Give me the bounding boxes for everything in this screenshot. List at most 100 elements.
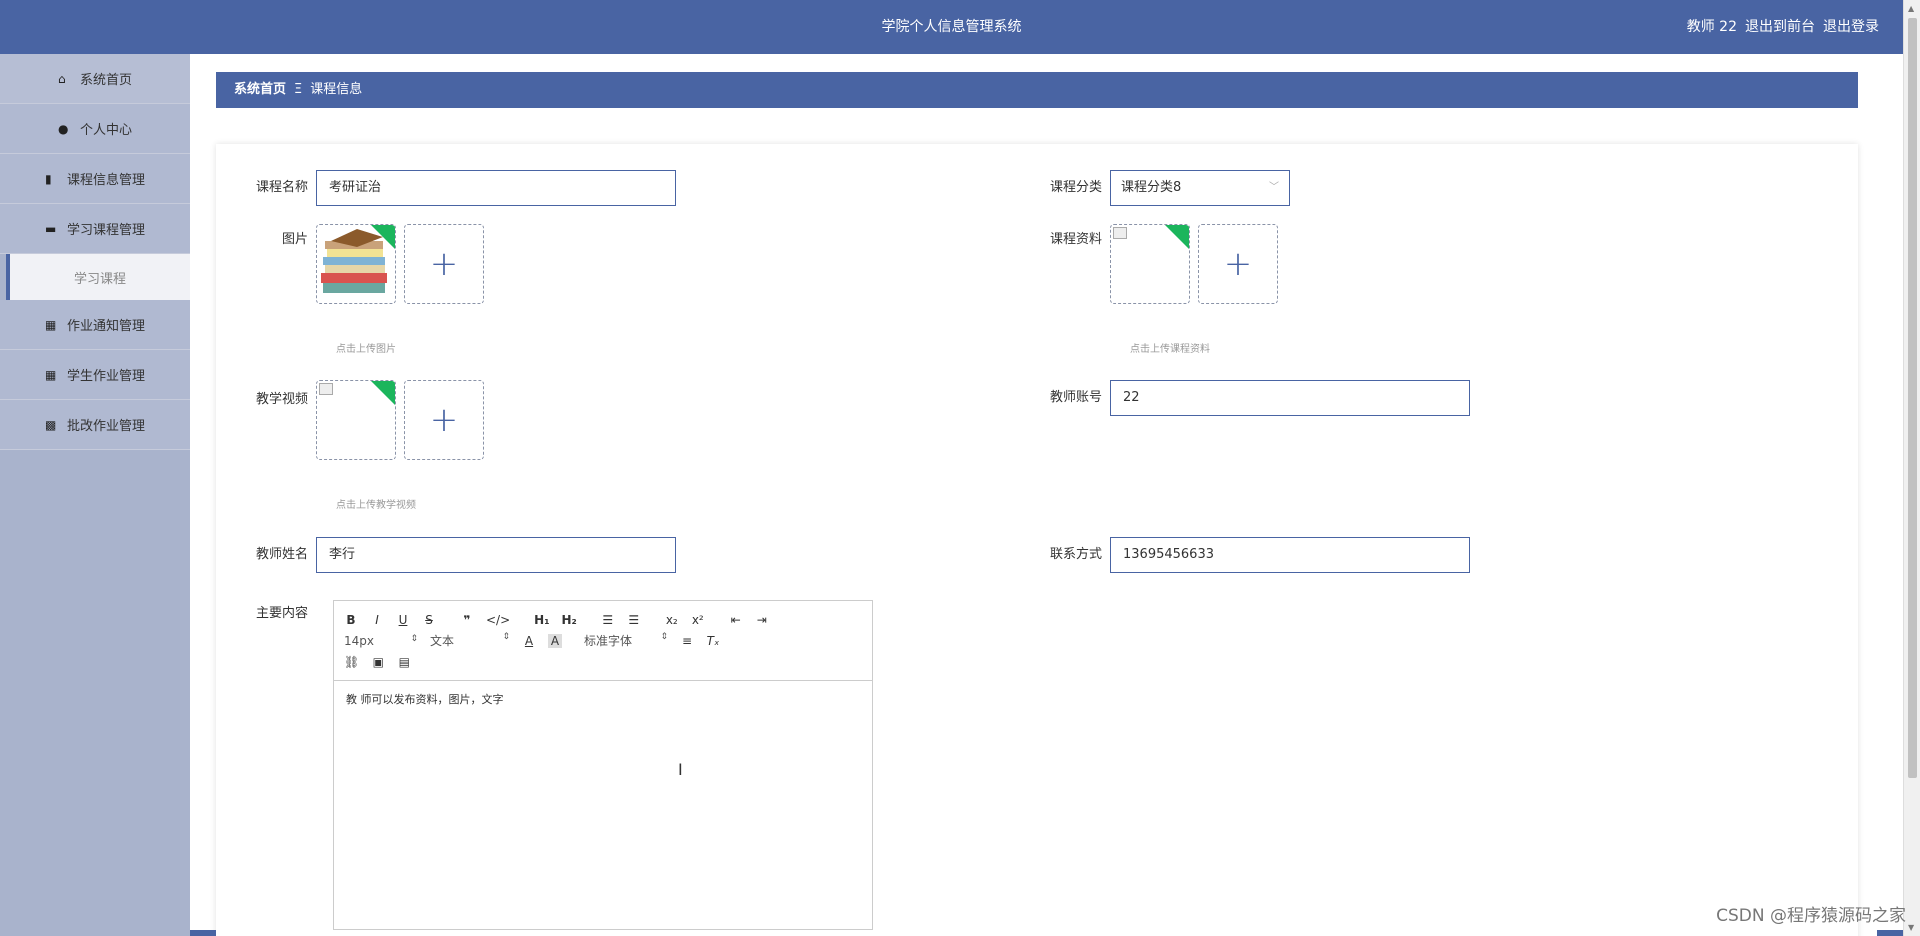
breadcrumb: 系统首页 Ξ 课程信息 bbox=[216, 72, 1858, 108]
editor-toolbar: B I U S ❞ </> H₁ H₂ ☰ ☰ x₂ x² ⇤ ⇥ 14px ⇕… bbox=[334, 601, 872, 681]
header2-button[interactable]: H₂ bbox=[561, 613, 576, 627]
blockquote-button[interactable]: ❞ bbox=[460, 613, 474, 627]
material-add-button[interactable]: + bbox=[1198, 224, 1278, 304]
course-category-label: 课程分类 bbox=[1050, 180, 1103, 195]
updown-icon: ⇕ bbox=[660, 632, 668, 642]
bottom-accent bbox=[190, 930, 216, 936]
video-thumbnail[interactable] bbox=[316, 380, 396, 460]
image-add-button[interactable]: + bbox=[404, 224, 484, 304]
sidebar: ⌂ 系统首页 ● 个人中心 ▮ 课程信息管理 ▬ 学习课程管理 学习课程 ▦ 作… bbox=[0, 54, 190, 936]
apps-icon: ▩ bbox=[44, 417, 57, 432]
broken-image-icon bbox=[319, 383, 333, 395]
align-left-icon[interactable]: ≡ bbox=[680, 634, 694, 648]
video-field: 教学视频 + bbox=[256, 380, 484, 460]
toolbar-row-2: 14px ⇕ 文本 ⇕ A A 标准字体 ⇕ ≡ Tₓ bbox=[344, 630, 862, 651]
bottom-accent bbox=[1877, 930, 1903, 936]
font-family-select[interactable]: 标准字体 ⇕ bbox=[584, 632, 668, 649]
sidebar-item-label: 作业通知管理 bbox=[66, 319, 145, 334]
watermark: CSDN @程序猿源码之家 bbox=[1716, 906, 1906, 926]
image-icon[interactable]: ▣ bbox=[371, 655, 385, 669]
font-family-value: 标准字体 bbox=[584, 634, 633, 648]
code-block-button[interactable]: </> bbox=[486, 613, 510, 627]
course-category-select[interactable]: 课程分类8 ﹀ bbox=[1110, 170, 1290, 206]
image-thumbnail[interactable] bbox=[316, 224, 396, 304]
sidebar-item-label: 学习课程管理 bbox=[66, 223, 145, 238]
image-hint: 点击上传图片 bbox=[336, 344, 396, 355]
bold-button[interactable]: B bbox=[344, 613, 358, 627]
course-category-field: 课程分类 课程分类8 ﹀ bbox=[1050, 170, 1290, 206]
material-field: 课程资料 + bbox=[1050, 224, 1278, 304]
video-add-button[interactable]: + bbox=[404, 380, 484, 460]
sidebar-item-label: 个人中心 bbox=[79, 123, 132, 138]
book-icon: ▮ bbox=[44, 171, 52, 186]
user-label: 教师 22 bbox=[1686, 19, 1737, 35]
bullet-list-icon[interactable]: ☰ bbox=[627, 613, 641, 627]
sidebar-item-study-course-mgmt[interactable]: ▬ 学习课程管理 bbox=[0, 204, 190, 254]
main-content-label: 主要内容 bbox=[256, 606, 309, 621]
rich-text-editor: B I U S ❞ </> H₁ H₂ ☰ ☰ x₂ x² ⇤ ⇥ 14px ⇕… bbox=[333, 600, 873, 930]
image-label: 图片 bbox=[281, 232, 308, 247]
image-upload-row: + bbox=[316, 224, 484, 304]
italic-button[interactable]: I bbox=[370, 613, 384, 627]
scroll-up-icon[interactable]: ▲ bbox=[1908, 4, 1914, 13]
breadcrumb-home[interactable]: 系统首页 bbox=[234, 72, 286, 108]
sidebar-item-label: 学生作业管理 bbox=[66, 369, 145, 384]
to-front-link[interactable]: 退出到前台 bbox=[1745, 0, 1815, 54]
material-upload-row: + bbox=[1110, 224, 1278, 304]
updown-icon: ⇕ bbox=[410, 633, 418, 644]
sidebar-subitem-study-course[interactable]: 学习课程 bbox=[6, 254, 190, 300]
scroll-down-icon[interactable]: ▼ bbox=[1908, 923, 1914, 932]
text-style-value: 文本 bbox=[430, 634, 455, 648]
video-icon[interactable]: ▤ bbox=[397, 655, 411, 669]
underline-button[interactable]: U bbox=[396, 613, 410, 627]
sidebar-item-homework-notice[interactable]: ▦ 作业通知管理 bbox=[0, 300, 190, 350]
sidebar-item-course-info[interactable]: ▮ 课程信息管理 bbox=[0, 154, 190, 204]
superscript-button[interactable]: x² bbox=[691, 613, 705, 627]
scrollbar-thumb[interactable] bbox=[1908, 18, 1917, 778]
font-size-select[interactable]: 14px ⇕ bbox=[344, 634, 418, 648]
subscript-button[interactable]: x₂ bbox=[665, 613, 679, 627]
ordered-list-icon[interactable]: ☰ bbox=[601, 613, 615, 627]
indent-icon[interactable]: ⇥ bbox=[755, 613, 769, 627]
page-scrollbar[interactable]: ▲ ▼ bbox=[1903, 0, 1920, 936]
teacher-account-field: 教师账号 22 bbox=[1050, 380, 1470, 416]
clear-format-icon[interactable]: Tₓ bbox=[706, 634, 720, 648]
chevron-down-icon: ﹀ bbox=[1269, 182, 1279, 193]
teacher-name-field: 教师姓名 李行 bbox=[256, 537, 676, 573]
outdent-icon[interactable]: ⇤ bbox=[729, 613, 743, 627]
sidebar-item-label: 课程信息管理 bbox=[66, 173, 145, 188]
toolbar-row-1: B I U S ❞ </> H₁ H₂ ☰ ☰ x₂ x² ⇤ ⇥ bbox=[344, 609, 862, 630]
contact-input[interactable]: 13695456633 bbox=[1110, 537, 1470, 573]
strike-button[interactable]: S bbox=[422, 613, 436, 627]
sidebar-item-grade-homework[interactable]: ▩ 批改作业管理 bbox=[0, 400, 190, 450]
main-content-field: 主要内容 bbox=[256, 600, 316, 621]
background-color-icon[interactable]: A bbox=[548, 633, 562, 648]
font-size-value: 14px bbox=[344, 633, 374, 648]
teacher-account-input[interactable]: 22 bbox=[1110, 380, 1470, 416]
sidebar-item-home[interactable]: ⌂ 系统首页 bbox=[0, 54, 190, 104]
grid-icon: ▦ bbox=[44, 367, 57, 382]
contact-field: 联系方式 13695456633 bbox=[1050, 537, 1470, 573]
material-thumbnail[interactable] bbox=[1110, 224, 1190, 304]
material-hint: 点击上传课程资料 bbox=[1130, 344, 1210, 355]
course-name-label: 课程名称 bbox=[256, 180, 309, 195]
sidebar-item-profile[interactable]: ● 个人中心 bbox=[0, 104, 190, 154]
teacher-name-input[interactable]: 李行 bbox=[316, 537, 676, 573]
logout-link[interactable]: 退出登录 bbox=[1823, 0, 1879, 54]
font-color-icon[interactable]: A bbox=[522, 634, 536, 648]
link-icon[interactable]: ⛓ bbox=[344, 655, 359, 669]
briefcase-icon: ▬ bbox=[44, 221, 57, 236]
header1-button[interactable]: H₁ bbox=[534, 613, 549, 627]
editor-content[interactable]: 教 师可以发布资料，图片，文字 bbox=[334, 681, 872, 717]
sidebar-item-student-homework[interactable]: ▦ 学生作业管理 bbox=[0, 350, 190, 400]
user-icon: ● bbox=[57, 121, 69, 136]
upload-success-badge bbox=[371, 225, 395, 249]
home-icon: ⌂ bbox=[57, 71, 66, 86]
sidebar-item-label: 系统首页 bbox=[79, 73, 132, 88]
app-title: 学院个人信息管理系统 bbox=[881, 19, 1022, 35]
main-content: 系统首页 Ξ 课程信息 课程名称 考研证治 课程分类 课程分类8 ﹀ 图片 + … bbox=[190, 54, 1903, 936]
contact-label: 联系方式 bbox=[1050, 547, 1103, 562]
text-style-select[interactable]: 文本 ⇕ bbox=[430, 632, 510, 649]
course-name-input[interactable]: 考研证治 bbox=[316, 170, 676, 206]
course-name-field: 课程名称 考研证治 bbox=[256, 170, 676, 206]
